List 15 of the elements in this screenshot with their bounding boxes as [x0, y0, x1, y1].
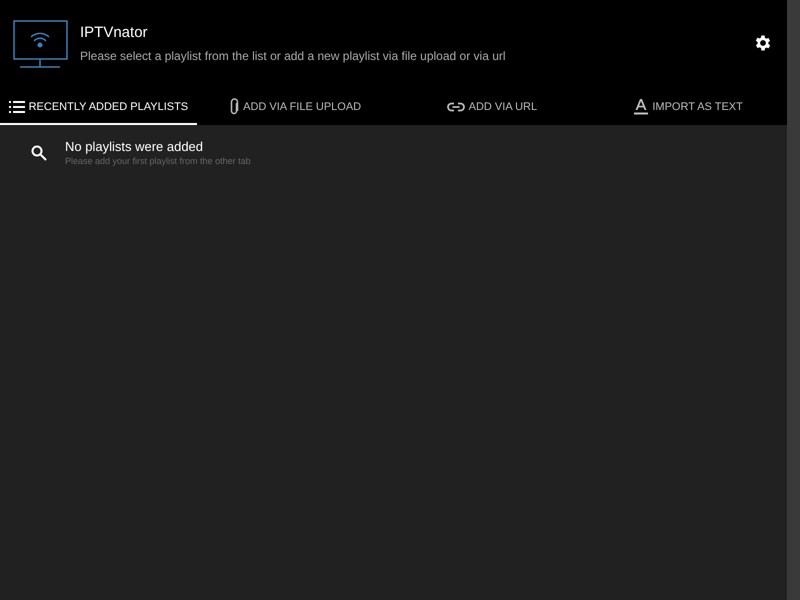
app-subtitle: Please select a playlist from the list or add a new playlist via file upload or via url — [80, 48, 507, 62]
link-icon — [446, 102, 465, 112]
paperclip-icon — [229, 98, 240, 116]
search-icon — [31, 144, 47, 160]
empty-hint: Please add your first playlist from the other tab — [65, 156, 251, 166]
app-title: IPTVnator — [80, 24, 149, 40]
text-format-icon — [634, 98, 648, 114]
tab[interactable]: RECENTLY ADDED PLAYLISTS — [0, 90, 197, 125]
tv-wifi-icon — [13, 20, 68, 70]
empty-title: No playlists were added — [65, 139, 204, 154]
settings-icon[interactable] — [753, 33, 773, 53]
tab[interactable]: ADD VIA FILE UPLOAD — [196, 90, 394, 125]
tab[interactable]: ADD VIA URL — [394, 90, 590, 125]
list-icon — [8, 100, 25, 114]
tab[interactable]: IMPORT AS TEXT — [590, 90, 787, 125]
